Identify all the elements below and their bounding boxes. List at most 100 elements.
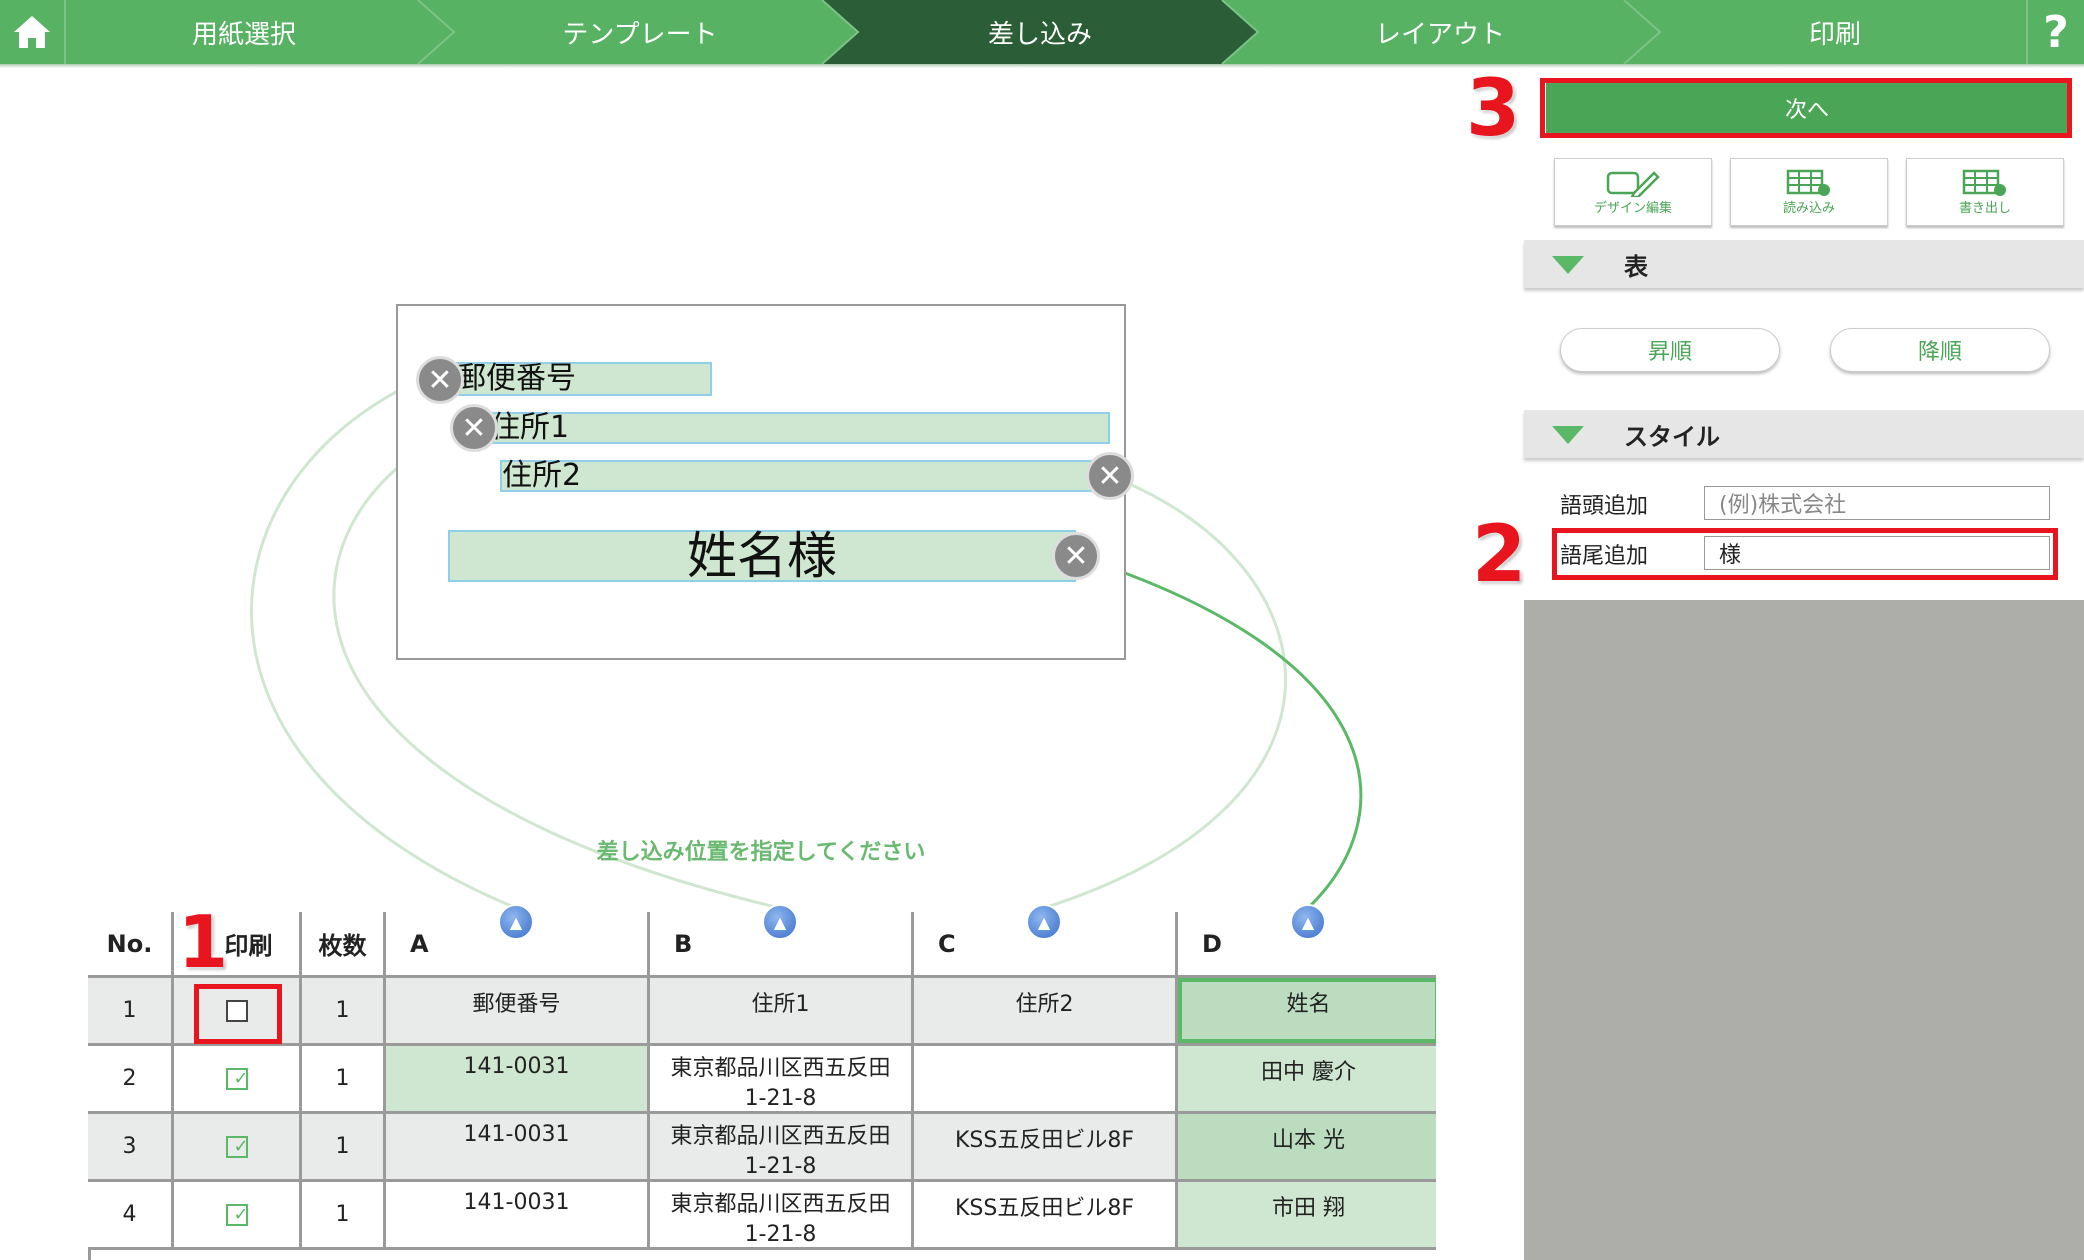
- table-cell-no: 3: [88, 1114, 174, 1182]
- cell-text: 田中 慶介: [1261, 1060, 1356, 1085]
- cell-text: 1: [335, 998, 350, 1023]
- step-print[interactable]: 印刷: [1640, 0, 2030, 64]
- button-label: 昇順: [1647, 340, 1692, 365]
- column-b-connect-handle[interactable]: ▲: [762, 904, 798, 940]
- cell-text: 4: [122, 1202, 137, 1227]
- table-cell-copies[interactable]: 1: [302, 1182, 386, 1250]
- table-cell-b[interactable]: 東京都品川区西五反田1-21-8: [650, 1046, 914, 1114]
- callout-number-1: 1: [178, 900, 229, 984]
- triangle-down-icon: [1552, 426, 1584, 444]
- table-cell-no: 4: [88, 1182, 174, 1250]
- cell-text: 141-0031: [463, 1054, 570, 1079]
- table-cell-copies[interactable]: 1: [302, 1046, 386, 1114]
- table-cell-c[interactable]: KSS五反田ビル8F: [914, 1114, 1178, 1182]
- column-a-connect-handle[interactable]: ▲: [498, 904, 534, 940]
- checkmark-icon: ✓: [233, 1067, 249, 1089]
- cell-text: 姓名: [1286, 992, 1331, 1017]
- col-header-no: No.: [88, 912, 174, 978]
- table-cell-a[interactable]: 141-0031: [386, 1182, 650, 1250]
- callout-number-3: 3: [1466, 64, 1521, 154]
- print-checkbox-checked[interactable]: ✓: [225, 1135, 249, 1158]
- table-export-icon: [1962, 169, 2006, 196]
- sort-ascending-button[interactable]: 昇順: [1560, 328, 1780, 372]
- table-cell-a[interactable]: 郵便番号: [386, 978, 650, 1046]
- prefix-label: 語頭追加: [1560, 494, 1649, 519]
- close-icon: ✕: [1097, 458, 1123, 494]
- field-name[interactable]: 姓名様: [448, 530, 1076, 582]
- table-cell-b[interactable]: 東京都品川区西五反田1-21-8: [650, 1182, 914, 1250]
- cell-text: 東京都品川区西五反田1-21-8: [670, 1056, 891, 1111]
- table-import-icon: [1786, 169, 1830, 196]
- table-cell-c[interactable]: KSS五反田ビル8F: [914, 1182, 1178, 1250]
- field-label: 住所1: [490, 410, 570, 445]
- table-cell-b[interactable]: 東京都品川区西五反田1-21-8: [650, 1114, 914, 1182]
- field-address1[interactable]: 住所1: [488, 412, 1110, 444]
- remove-postal-button[interactable]: ✕: [416, 356, 464, 404]
- help-icon: ?: [2043, 6, 2069, 58]
- button-label: デザイン編集: [1593, 200, 1672, 216]
- table-cell-no: 2: [88, 1046, 174, 1114]
- cell-text: 郵便番号: [472, 992, 561, 1017]
- table-cell-d[interactable]: 田中 慶介: [1178, 1046, 1436, 1114]
- field-address2[interactable]: 住所2: [500, 460, 1100, 492]
- field-label: 住所2: [502, 458, 582, 493]
- remove-address2-button[interactable]: ✕: [1086, 452, 1134, 500]
- button-label: 読み込み: [1782, 200, 1835, 216]
- design-edit-button[interactable]: デザイン編集: [1554, 158, 1712, 226]
- chevron-up-icon: ▲: [509, 912, 523, 932]
- help-button[interactable]: ?: [2026, 0, 2084, 64]
- remove-name-button[interactable]: ✕: [1052, 532, 1100, 580]
- table-cell-a[interactable]: 141-0031: [386, 1114, 650, 1182]
- table-cell-d-selected[interactable]: 姓名: [1178, 978, 1436, 1046]
- triangle-down-icon: [1552, 256, 1584, 274]
- header-label: B: [674, 929, 693, 958]
- print-checkbox-checked[interactable]: ✓: [225, 1067, 249, 1090]
- export-button[interactable]: 書き出し: [1906, 158, 2064, 226]
- col-header-copies: 枚数: [302, 912, 386, 978]
- cell-text: 1: [122, 998, 137, 1023]
- table-cell-print[interactable]: ✓: [174, 1182, 302, 1250]
- cell-text: 住所1: [751, 992, 810, 1017]
- field-label: 郵便番号: [456, 361, 576, 396]
- merge-hint-text: 差し込み位置を指定してください: [596, 840, 926, 865]
- side-panel-empty-area: [1524, 600, 2084, 1260]
- section-header-style[interactable]: スタイル: [1524, 410, 2084, 458]
- chevron-up-icon: ▲: [1301, 912, 1315, 932]
- section-title: 表: [1624, 252, 1648, 281]
- checkmark-icon: ✓: [233, 1203, 249, 1225]
- sort-descending-button[interactable]: 降順: [1830, 328, 2050, 372]
- section-header-table[interactable]: 表: [1524, 240, 2084, 288]
- table-cell-c[interactable]: [914, 1046, 1178, 1114]
- print-checkbox-checked[interactable]: ✓: [225, 1203, 249, 1226]
- cell-text: 山本 光: [1272, 1128, 1345, 1153]
- cell-text: 住所2: [1015, 992, 1074, 1017]
- close-icon: ✕: [1063, 538, 1089, 574]
- chevron-up-icon: ▲: [773, 912, 787, 932]
- table-cell-d[interactable]: 山本 光: [1178, 1114, 1436, 1182]
- column-d-connect-handle[interactable]: ▲: [1290, 904, 1326, 940]
- cell-text: 141-0031: [463, 1122, 570, 1147]
- column-c-connect-handle[interactable]: ▲: [1026, 904, 1062, 940]
- table-cell-c[interactable]: 住所2: [914, 978, 1178, 1046]
- callout-box-3: [1540, 78, 2072, 138]
- table-cell-b[interactable]: 住所1: [650, 978, 914, 1046]
- header-label: 枚数: [318, 932, 367, 960]
- table-cell-print[interactable]: ✓: [174, 1114, 302, 1182]
- cell-text: 3: [122, 1134, 137, 1159]
- prefix-input[interactable]: (例)株式会社: [1704, 486, 2050, 520]
- cell-text: 東京都品川区西五反田1-21-8: [670, 1124, 891, 1179]
- cell-text: 1: [335, 1134, 350, 1159]
- table-cell-copies[interactable]: 1: [302, 978, 386, 1046]
- import-button[interactable]: 読み込み: [1730, 158, 1888, 226]
- table-cell-copies[interactable]: 1: [302, 1114, 386, 1182]
- button-label: 降順: [1917, 340, 1962, 365]
- table-cell-a[interactable]: 141-0031: [386, 1046, 650, 1114]
- close-icon: ✕: [461, 410, 487, 446]
- remove-address1-button[interactable]: ✕: [450, 404, 498, 452]
- table-cell-print[interactable]: ✓: [174, 1046, 302, 1114]
- field-postal-code[interactable]: 郵便番号: [448, 362, 712, 396]
- header-label: No.: [106, 929, 153, 958]
- header-label: A: [410, 929, 429, 958]
- cell-text: 1: [335, 1202, 350, 1227]
- table-cell-d[interactable]: 市田 翔: [1178, 1182, 1436, 1250]
